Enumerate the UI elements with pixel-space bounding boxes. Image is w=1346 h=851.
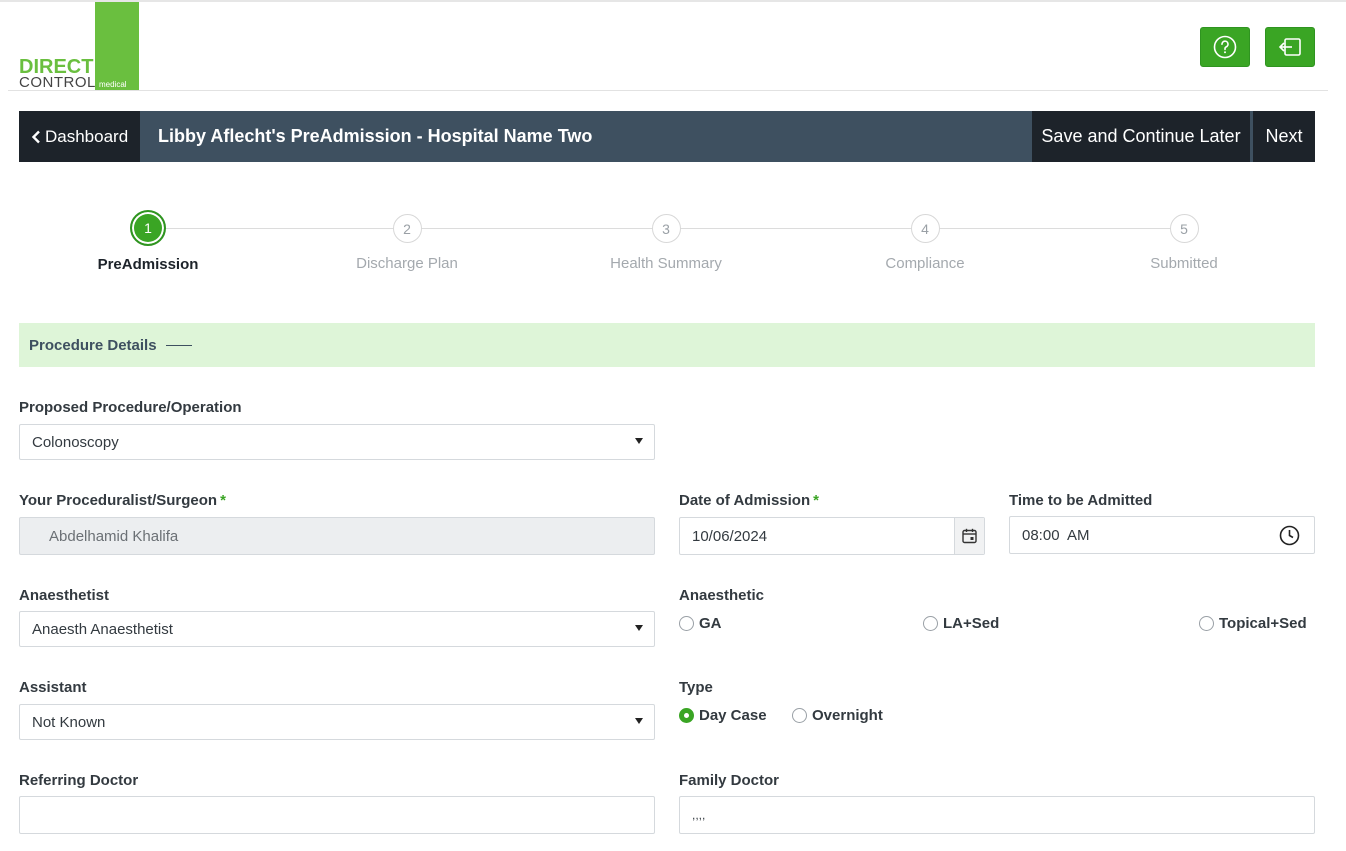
- step-number: 3: [651, 214, 681, 243]
- step-preadmission[interactable]: 1 PreAdmission: [48, 205, 248, 273]
- section-title: Procedure Details: [29, 336, 157, 354]
- admission-date-value: 10/06/2024: [692, 527, 768, 545]
- referring-doctor-input[interactable]: [19, 796, 655, 834]
- calendar-icon: [962, 528, 977, 544]
- admission-time-label: Time to be Admitted: [1009, 492, 1153, 509]
- calendar-picker-button[interactable]: [954, 518, 984, 554]
- step-health-summary[interactable]: 3 Health Summary: [566, 205, 766, 272]
- anaesthetist-value: Anaesth Anaesthetist: [32, 620, 173, 638]
- anaesthetic-option-la-sed[interactable]: LA+Sed: [923, 615, 999, 632]
- save-and-continue-later-button[interactable]: Save and Continue Later: [1032, 111, 1250, 162]
- anaesthetic-label: Anaesthetic: [679, 587, 765, 604]
- logo-green-bar: [95, 2, 139, 90]
- caret-down-icon: [635, 718, 643, 724]
- admission-date-label: Date of Admission *: [679, 492, 819, 509]
- step-label: PreAdmission: [97, 256, 199, 273]
- chevron-left-icon: [31, 130, 40, 143]
- logo[interactable]: DIRECT CONTROL medical: [18, 2, 140, 91]
- radio-unchecked-icon: [1199, 616, 1214, 631]
- step-label: Health Summary: [610, 255, 722, 272]
- step-number: 5: [1169, 214, 1199, 243]
- title-bar: Dashboard Libby Aflecht's PreAdmission -…: [19, 111, 1315, 162]
- next-button[interactable]: Next: [1253, 111, 1315, 162]
- app-header: DIRECT CONTROL medical: [0, 2, 1346, 91]
- admission-date-label-text: Date of Admission: [679, 492, 811, 509]
- assistant-select[interactable]: Not Known: [19, 704, 655, 740]
- admission-time-value: 08:00 AM: [1022, 526, 1090, 544]
- section-dash: [165, 344, 192, 346]
- radio-unchecked-icon: [792, 708, 807, 723]
- step-label: Submitted: [1150, 255, 1218, 272]
- logout-button[interactable]: [1265, 27, 1315, 67]
- family-doctor-label: Family Doctor: [679, 772, 780, 789]
- section-header-procedure-details: Procedure Details: [19, 323, 1315, 367]
- caret-down-icon: [635, 438, 643, 444]
- anaesthetist-select[interactable]: Anaesth Anaesthetist: [19, 611, 655, 647]
- radio-label: Overnight: [812, 707, 883, 724]
- radio-label: Day Case: [699, 707, 767, 724]
- required-marker: *: [813, 492, 819, 509]
- type-option-overnight[interactable]: Overnight: [792, 707, 883, 724]
- family-doctor-input[interactable]: ,,,,: [679, 796, 1315, 834]
- surgeon-field: Abdelhamid Khalifa: [19, 517, 655, 555]
- admission-time-input[interactable]: 08:00 AM: [1009, 516, 1315, 554]
- anaesthetic-option-ga[interactable]: GA: [679, 615, 722, 632]
- logo-medical-text: medical: [99, 80, 127, 89]
- radio-label: Topical+Sed: [1219, 615, 1307, 632]
- required-marker: *: [220, 492, 226, 509]
- admission-date-input[interactable]: 10/06/2024: [679, 517, 985, 555]
- dashboard-back-label: Dashboard: [45, 126, 129, 146]
- family-doctor-value: ,,,,: [692, 808, 706, 822]
- assistant-value: Not Known: [32, 713, 106, 731]
- radio-unchecked-icon: [679, 616, 694, 631]
- referring-doctor-label: Referring Doctor: [19, 772, 139, 789]
- surgeon-label-text: Your Proceduralist/Surgeon: [19, 492, 218, 509]
- dashboard-back-button[interactable]: Dashboard: [19, 111, 140, 162]
- procedure-value: Colonoscopy: [32, 433, 119, 451]
- progress-stepper: 1 PreAdmission 2 Discharge Plan 3 Health…: [19, 205, 1315, 285]
- radio-label: GA: [699, 615, 722, 632]
- caret-down-icon: [635, 625, 643, 631]
- logo-control-text: CONTROL: [19, 74, 96, 91]
- anaesthetist-label: Anaesthetist: [19, 587, 110, 604]
- radio-unchecked-icon: [923, 616, 938, 631]
- type-option-day-case[interactable]: Day Case: [679, 707, 767, 724]
- assistant-label: Assistant: [19, 679, 87, 696]
- surgeon-label: Your Proceduralist/Surgeon *: [19, 492, 226, 509]
- step-label: Compliance: [885, 255, 965, 272]
- surgeon-value: Abdelhamid Khalifa: [49, 527, 179, 545]
- step-number: 4: [910, 214, 940, 243]
- header-divider: [8, 90, 1328, 91]
- procedure-label: Proposed Procedure/Operation: [19, 399, 242, 416]
- step-submitted[interactable]: 5 Submitted: [1084, 205, 1284, 272]
- procedure-select[interactable]: Colonoscopy: [19, 424, 655, 460]
- anaesthetic-option-topical-sed[interactable]: Topical+Sed: [1199, 615, 1307, 632]
- type-label: Type: [679, 679, 713, 696]
- clock-icon[interactable]: [1279, 525, 1300, 546]
- sign-out-icon: [1278, 38, 1301, 56]
- step-discharge-plan[interactable]: 2 Discharge Plan: [307, 205, 507, 272]
- step-number: 1: [130, 210, 166, 246]
- page-title: Libby Aflecht's PreAdmission - Hospital …: [158, 126, 593, 146]
- question-circle-icon: [1213, 35, 1237, 59]
- radio-checked-icon: [679, 708, 694, 723]
- help-button[interactable]: [1200, 27, 1250, 67]
- step-compliance[interactable]: 4 Compliance: [825, 205, 1025, 272]
- step-label: Discharge Plan: [356, 255, 458, 272]
- step-number: 2: [392, 214, 422, 243]
- radio-label: LA+Sed: [943, 615, 1000, 632]
